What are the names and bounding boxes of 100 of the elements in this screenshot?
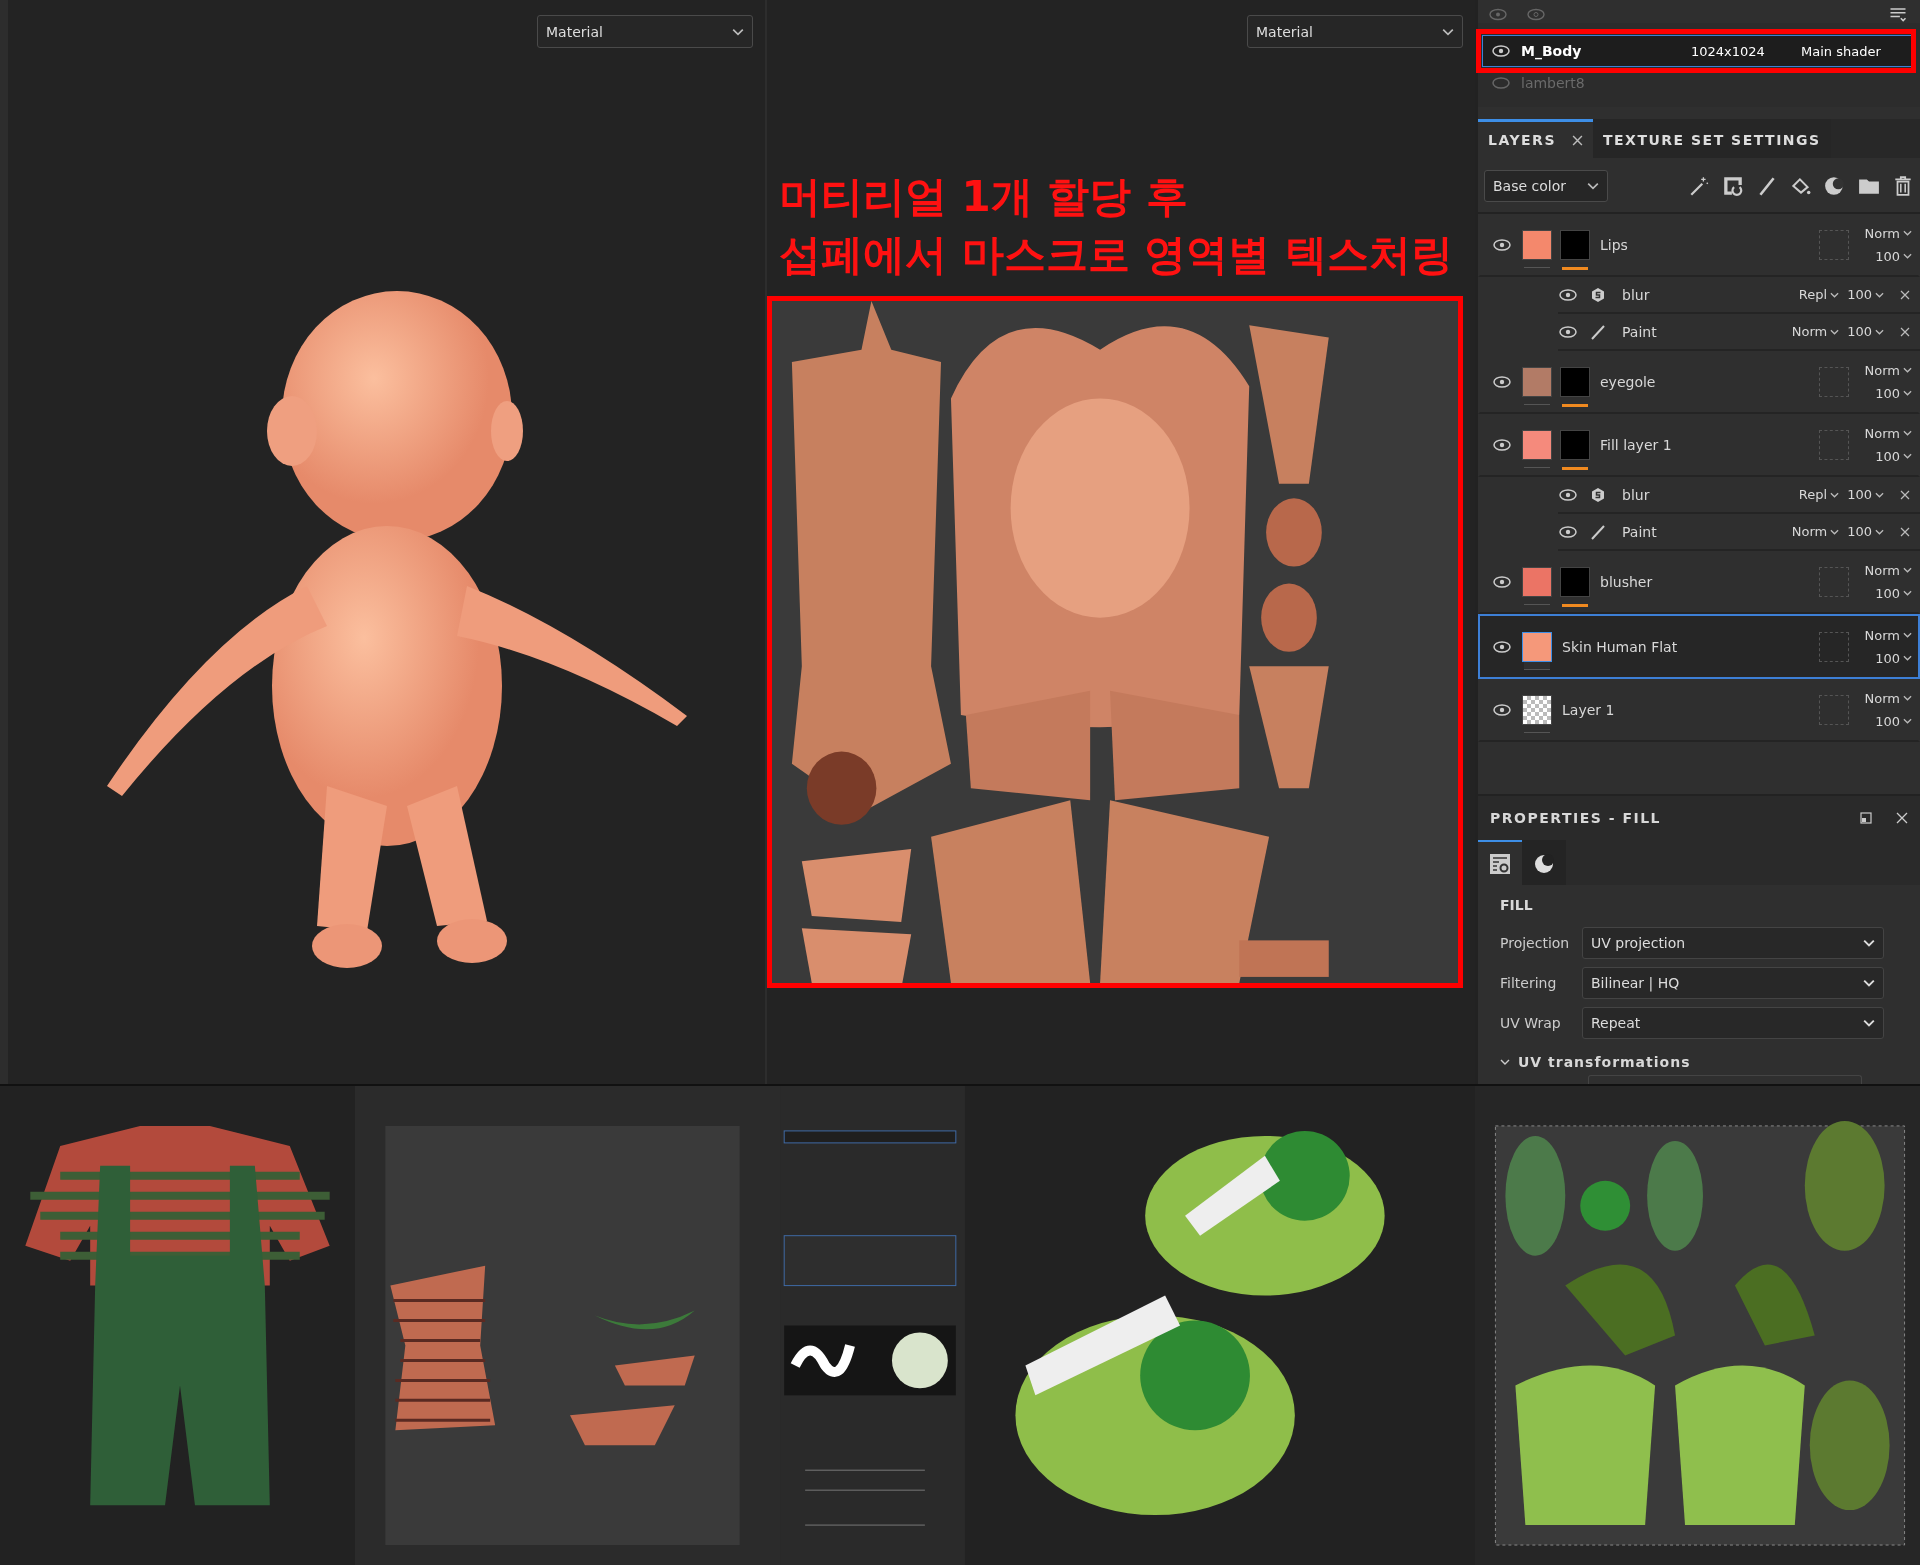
blend-mode-dropdown[interactable]: Norm — [1864, 690, 1912, 706]
caret-icon — [732, 27, 744, 36]
caret-icon — [1875, 528, 1884, 535]
caret-icon — [1903, 367, 1912, 373]
caret-icon — [1903, 230, 1912, 236]
trash-icon[interactable] — [1892, 175, 1914, 197]
paint-bucket-icon[interactable] — [1790, 175, 1812, 197]
menu-icon[interactable] — [1888, 7, 1908, 22]
layer-row[interactable]: Layer 1 Norm 100 — [1478, 679, 1920, 742]
texture-set-name: M_Body — [1521, 43, 1583, 59]
empty-slot — [1818, 229, 1849, 260]
caret-icon — [1863, 1019, 1875, 1027]
blend-mode-dropdown[interactable]: Norm — [1864, 627, 1912, 643]
material-ball-icon[interactable] — [1824, 175, 1846, 197]
close-icon[interactable] — [1900, 326, 1910, 337]
layer-row[interactable]: Lips Norm 100 — [1478, 214, 1920, 277]
material-dropdown[interactable]: Material — [537, 15, 753, 48]
brush-icon — [1590, 323, 1606, 340]
undock-icon[interactable] — [1860, 812, 1872, 824]
close-icon[interactable] — [1896, 812, 1908, 824]
layer-row[interactable]: eyegole Norm 100 — [1478, 351, 1920, 414]
empty-slot — [1818, 694, 1849, 725]
caret-icon — [1500, 1059, 1510, 1065]
layer-row[interactable]: Fill layer 1 Norm 100 — [1478, 414, 1920, 477]
effect-row[interactable]: Paint Norm 100 — [1558, 314, 1920, 351]
blend-mode-dropdown[interactable]: Norm — [1864, 562, 1912, 578]
caret-icon — [1875, 328, 1884, 335]
caret-icon — [1903, 655, 1912, 661]
opacity-dropdown[interactable]: 100 — [1847, 287, 1884, 302]
effect-name: Paint — [1622, 323, 1657, 340]
effect-row[interactable]: blur Repl 100 — [1558, 277, 1920, 314]
empty-slot — [1818, 566, 1849, 597]
empty-slot — [1818, 631, 1849, 662]
select-field[interactable]: Repeat — [1582, 1007, 1884, 1039]
section-title: FILL — [1500, 897, 1534, 913]
caret-icon — [1903, 453, 1912, 459]
caret-icon — [1587, 182, 1599, 190]
caret-icon — [1830, 491, 1840, 498]
blend-mode-dropdown[interactable]: Norm — [1864, 425, 1912, 441]
caret-icon — [1875, 491, 1884, 498]
layer-name: Layer 1 — [1562, 701, 1615, 718]
opacity-dropdown[interactable]: 100 — [1875, 385, 1912, 401]
material-ball-icon — [1533, 852, 1555, 875]
empty-slot — [1818, 366, 1849, 397]
layer-row[interactable]: Skin Human Flat Norm 100 — [1478, 614, 1920, 679]
opacity-dropdown[interactable]: 100 — [1875, 585, 1912, 601]
select-field[interactable] — [1588, 1075, 1862, 1084]
close-icon[interactable] — [1900, 526, 1910, 537]
field-label: UV Wrap — [1500, 1015, 1562, 1031]
caret-icon — [1903, 718, 1912, 724]
opacity-dropdown[interactable]: 100 — [1847, 487, 1884, 502]
blend-mode-dropdown[interactable]: Repl — [1798, 287, 1840, 302]
blend-mode-dropdown[interactable]: Repl — [1798, 487, 1840, 502]
close-icon[interactable] — [1900, 489, 1910, 500]
caret-icon — [1903, 253, 1912, 259]
select-field[interactable]: Bilinear | HQ — [1582, 967, 1884, 999]
opacity-dropdown[interactable]: 100 — [1847, 524, 1884, 539]
add-mask-icon[interactable] — [1722, 175, 1744, 197]
panel-title: PROPERTIES - FILL — [1490, 810, 1661, 826]
effect-row[interactable]: blur Repl 100 — [1558, 477, 1920, 514]
caret-icon — [1830, 528, 1840, 535]
caret-icon — [1875, 291, 1884, 298]
layer-name: blusher — [1600, 573, 1653, 590]
effect-name: blur — [1622, 486, 1650, 503]
opacity-dropdown[interactable]: 100 — [1875, 650, 1912, 666]
effect-row[interactable]: Paint Norm 100 — [1558, 514, 1920, 551]
field-label: Projection — [1500, 935, 1571, 951]
effect-name: Paint — [1622, 523, 1657, 540]
opacity-dropdown[interactable]: 100 — [1875, 448, 1912, 464]
caret-icon — [1903, 567, 1912, 573]
layer-name: Lips — [1600, 236, 1628, 253]
properties-tab[interactable] — [1478, 840, 1522, 885]
material-dropdown[interactable]: Material — [1247, 15, 1463, 48]
blend-mode-dropdown[interactable]: Norm — [1791, 524, 1840, 539]
field-label: Filtering — [1500, 975, 1558, 991]
opacity-dropdown[interactable]: 100 — [1875, 713, 1912, 729]
blend-mode-dropdown[interactable]: Norm — [1864, 362, 1912, 378]
shader-name: Main shader — [1801, 43, 1881, 59]
group-header[interactable]: UV transformations — [1500, 1049, 1892, 1075]
select-field[interactable]: UV projection — [1582, 927, 1884, 959]
annotation-text: 머티리얼 1개 할당 후 — [779, 171, 1190, 223]
caret-icon — [1830, 328, 1840, 335]
blend-mode-dropdown[interactable]: Norm — [1864, 225, 1912, 241]
filter-icon — [1590, 286, 1606, 303]
close-icon[interactable] — [1572, 134, 1583, 146]
properties-tab[interactable] — [1522, 840, 1566, 885]
caret-icon — [1830, 291, 1840, 298]
channel-dropdown[interactable]: Base color — [1484, 170, 1608, 202]
opacity-dropdown[interactable]: 100 — [1875, 248, 1912, 264]
filter-icon — [1590, 486, 1606, 503]
opacity-dropdown[interactable]: 100 — [1847, 324, 1884, 339]
caret-icon — [1863, 939, 1875, 947]
layer-name: Fill layer 1 — [1600, 436, 1672, 453]
magic-wand-icon[interactable] — [1688, 175, 1710, 197]
empty-slot — [1818, 429, 1849, 460]
close-icon[interactable] — [1900, 289, 1910, 300]
brush-icon — [1590, 523, 1606, 540]
panel-tab[interactable]: LAYERS — [1478, 119, 1593, 158]
blend-mode-dropdown[interactable]: Norm — [1791, 324, 1840, 339]
caret-icon — [1903, 632, 1912, 638]
